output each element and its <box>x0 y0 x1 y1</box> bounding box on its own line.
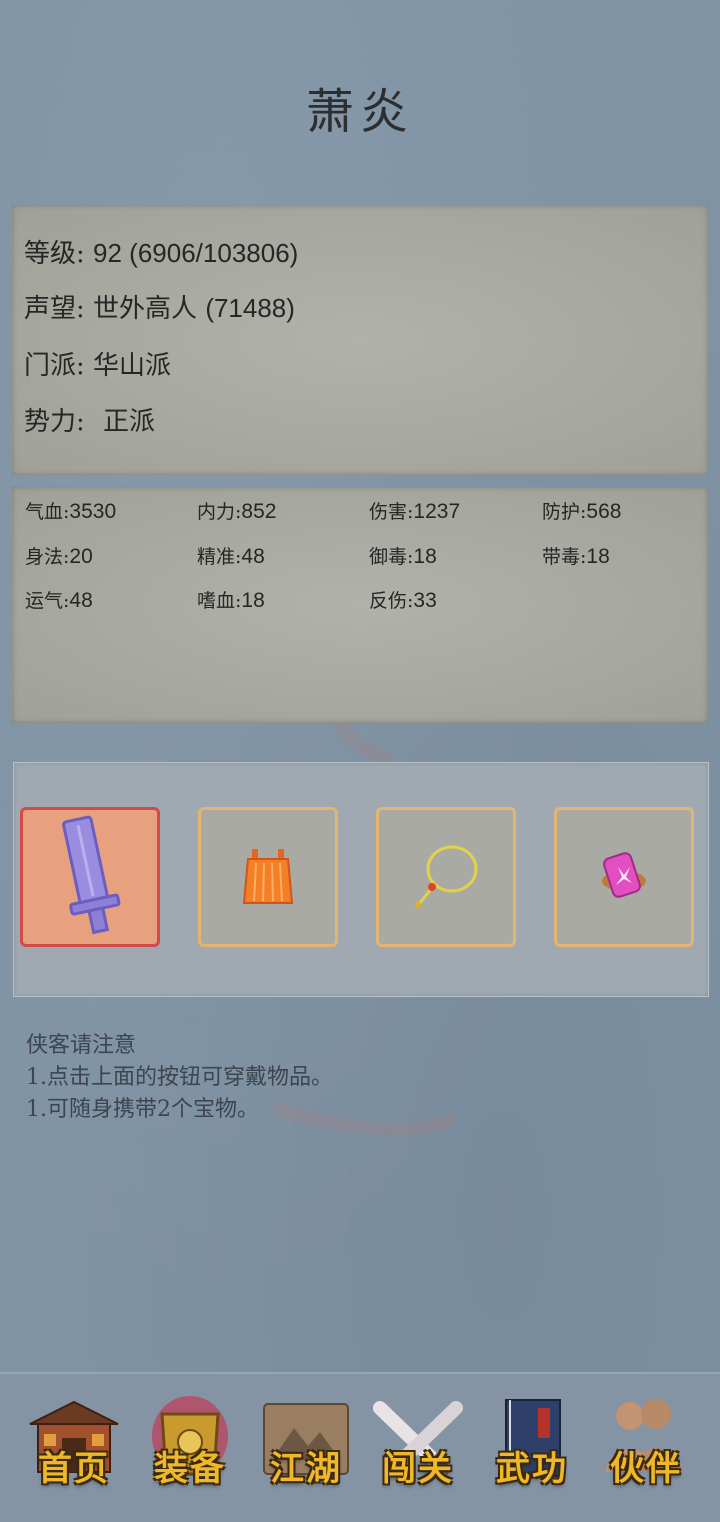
nav-home[interactable]: 首页 <box>22 1394 126 1502</box>
faction-value: 正派 <box>103 407 156 437</box>
nav-home-label: 首页 <box>38 1449 110 1489</box>
level-label: 等级: <box>24 239 85 269</box>
bottom-nav-bar: 首页 装备 江湖 闯关 武功 伙伴 <box>0 1372 720 1522</box>
nav-partners[interactable]: 伙伴 <box>594 1394 698 1502</box>
stat-hp: 气血:3530 <box>25 500 117 523</box>
stat-damage: 伤害:1237 <box>369 500 461 523</box>
equipment-slots-panel <box>13 762 709 997</box>
nav-equipment[interactable]: 装备 <box>138 1394 242 1502</box>
notice-text: 侠客请注意 1.点击上面的按钮可穿戴物品。 1.可随身携带2个宝物。 <box>26 1030 333 1126</box>
armor-slot[interactable] <box>198 807 338 947</box>
nav-challenge-label: 闯关 <box>382 1449 454 1489</box>
attribute-stats-panel: 气血:3530 内力:852 伤害:1237 防护:568 身法:20 精准:4… <box>12 487 708 723</box>
stat-poison-resist: 御毒:18 <box>369 545 437 568</box>
character-info-panel: 等级: 92 (6906/103806) 声望: 世外高人 (71488) 门派… <box>12 205 708 475</box>
gem-slot[interactable] <box>554 807 694 947</box>
notice-line-1: 1.点击上面的按钮可穿戴物品。 <box>26 1065 333 1090</box>
reputation-value: (71488) <box>205 293 295 323</box>
level-row: 等级: 92 (6906/103806) <box>24 233 298 270</box>
necklace-icon <box>415 845 478 908</box>
stat-reflect: 反伤:33 <box>369 589 437 612</box>
stat-lifesteal: 嗜血:18 <box>197 589 265 612</box>
nav-equipment-label: 装备 <box>154 1449 226 1489</box>
stat-poison: 带毒:18 <box>542 545 610 568</box>
stat-defense: 防护:568 <box>542 500 622 523</box>
sword-icon <box>62 815 121 935</box>
necklace-slot[interactable] <box>376 807 516 947</box>
nav-martial-arts-label: 武功 <box>496 1449 568 1489</box>
faction-row: 势力: 正派 <box>24 401 155 438</box>
nav-partners-label: 伙伴 <box>610 1449 682 1489</box>
sect-row: 门派: 华山派 <box>24 345 171 382</box>
nav-challenge[interactable]: 闯关 <box>366 1394 470 1502</box>
sect-value: 华山派 <box>93 351 172 381</box>
armor-icon <box>242 849 294 904</box>
nav-jianghu-label: 江湖 <box>270 1449 342 1489</box>
reputation-label: 声望: <box>24 294 85 324</box>
notice-line-2: 1.可随身携带2个宝物。 <box>26 1097 259 1122</box>
stat-accuracy: 精准:48 <box>197 545 265 568</box>
reputation-title: 世外高人 <box>93 294 198 324</box>
stat-luck: 运气:48 <box>25 589 93 612</box>
character-name: 萧炎 <box>305 84 414 140</box>
stat-inner-power: 内力:852 <box>197 500 277 523</box>
gem-icon <box>602 852 646 898</box>
faction-label: 势力: <box>24 407 85 437</box>
sect-label: 门派: <box>24 351 85 381</box>
weapon-slot[interactable] <box>20 807 160 947</box>
stat-agility: 身法:20 <box>25 545 93 568</box>
nav-martial-arts[interactable]: 武功 <box>480 1394 584 1502</box>
reputation-row: 声望: 世外高人 (71488) <box>24 288 295 325</box>
nav-jianghu[interactable]: 江湖 <box>254 1394 358 1502</box>
level-value: 92 (6906/103806) <box>93 238 299 268</box>
notice-title: 侠客请注意 <box>26 1033 137 1058</box>
